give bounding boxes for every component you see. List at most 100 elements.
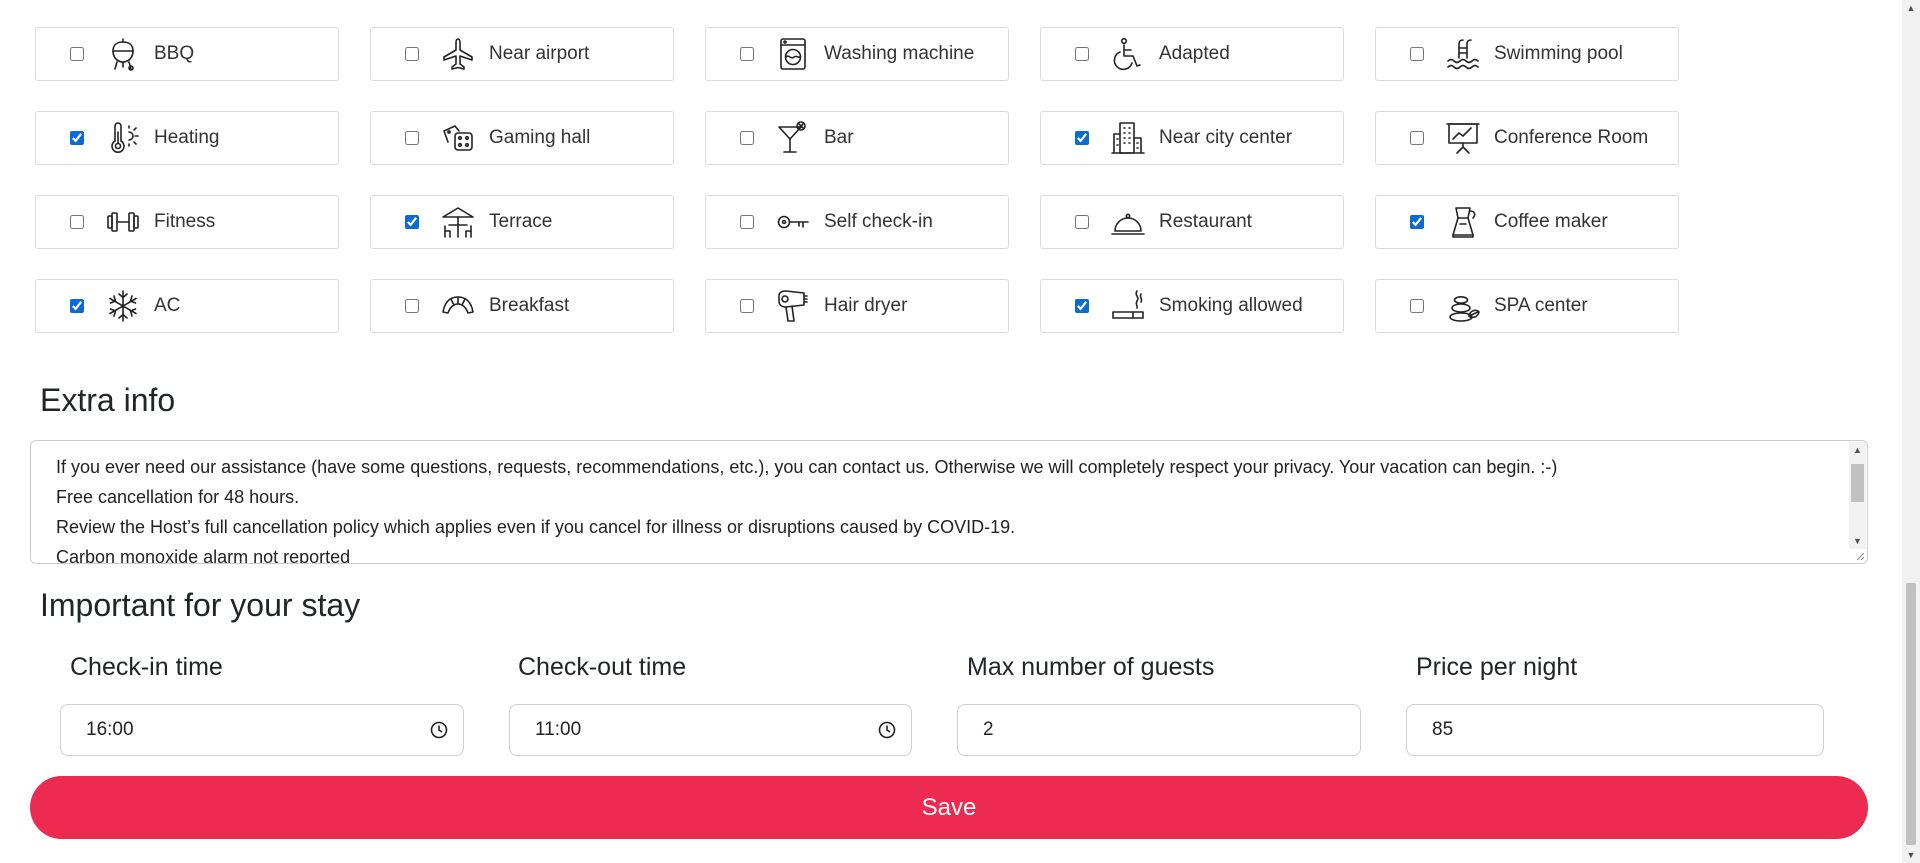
amenity-self-check-in[interactable]: Self check-in <box>705 195 1009 249</box>
amenity-label: Breakfast <box>489 295 570 316</box>
guests-value: 2 <box>983 719 994 740</box>
checkout-time-input[interactable]: 11:00 <box>509 704 912 756</box>
amenity-ac[interactable]: AC <box>35 279 339 333</box>
checkin-value: 16:00 <box>86 719 134 740</box>
adapted-checkbox[interactable] <box>1075 47 1089 61</box>
airplane-icon <box>439 35 477 73</box>
terrace-table-icon <box>439 203 477 241</box>
amenity-terrace[interactable]: Terrace <box>370 195 674 249</box>
price-per-night-input[interactable]: 85 <box>1406 704 1824 756</box>
amenity-label: Near airport <box>489 43 590 64</box>
washing-machine-icon <box>774 35 812 73</box>
clock-icon[interactable] <box>877 720 897 740</box>
cloche-icon <box>1109 203 1147 241</box>
textarea-scroll-thumb[interactable] <box>1851 464 1864 502</box>
amenity-label: Hair dryer <box>824 295 908 316</box>
dice-icon <box>439 119 477 157</box>
amenity-heating[interactable]: Heating <box>35 111 339 165</box>
wheelchair-icon <box>1109 35 1147 73</box>
extra-info-textarea[interactable]: If you ever need our assistance (have so… <box>30 440 1868 564</box>
ac-checkbox[interactable] <box>70 299 84 313</box>
extra-info-line: Review the Host’s full cancellation poli… <box>56 517 1016 537</box>
swimming-pool-checkbox[interactable] <box>1410 47 1424 61</box>
extra-info-text[interactable]: If you ever need our assistance (have so… <box>56 452 1837 564</box>
near-city-center-checkbox[interactable] <box>1075 131 1089 145</box>
amenity-bar[interactable]: Bar <box>705 111 1009 165</box>
cigarette-icon <box>1109 287 1147 325</box>
amenity-fitness[interactable]: Fitness <box>35 195 339 249</box>
cocktail-icon <box>774 119 812 157</box>
restaurant-checkbox[interactable] <box>1075 215 1089 229</box>
amenity-spa-center[interactable]: SPA center <box>1375 279 1679 333</box>
clock-icon[interactable] <box>429 720 449 740</box>
spa-center-checkbox[interactable] <box>1410 299 1424 313</box>
city-building-icon <box>1109 119 1147 157</box>
amenity-smoking-allowed[interactable]: Smoking allowed <box>1040 279 1344 333</box>
hair-dryer-icon <box>774 287 812 325</box>
page-scroll-down-icon[interactable]: ▼ <box>1902 847 1920 863</box>
page-scroll-up-icon[interactable]: ▲ <box>1902 0 1920 16</box>
amenity-label: Fitness <box>154 211 216 232</box>
snowflake-icon <box>104 287 142 325</box>
gaming-hall-checkbox[interactable] <box>405 131 419 145</box>
terrace-checkbox[interactable] <box>405 215 419 229</box>
smoking-allowed-checkbox[interactable] <box>1075 299 1089 313</box>
breakfast-checkbox[interactable] <box>405 299 419 313</box>
textarea-scrollbar[interactable]: ▲ ▼ <box>1849 442 1866 549</box>
amenity-label: Near city center <box>1159 127 1293 148</box>
scroll-down-arrow-icon[interactable]: ▼ <box>1849 533 1866 549</box>
amenity-breakfast[interactable]: Breakfast <box>370 279 674 333</box>
presentation-board-icon <box>1444 119 1482 157</box>
bar-checkbox[interactable] <box>740 131 754 145</box>
amenity-near-city-center[interactable]: Near city center <box>1040 111 1344 165</box>
swimming-pool-icon <box>1444 35 1482 73</box>
checkin-label: Check-in time <box>70 653 223 681</box>
amenity-adapted[interactable]: Adapted <box>1040 27 1344 81</box>
croissant-icon <box>439 287 477 325</box>
spa-stones-icon <box>1444 287 1482 325</box>
amenities-grid: BBQ Near airport Washing machine Adapted Swi… <box>35 27 1679 333</box>
guests-label: Max number of guests <box>967 653 1215 681</box>
extra-info-line: If you ever need our assistance (have so… <box>56 457 1558 477</box>
key-icon <box>774 203 812 241</box>
amenity-label: Self check-in <box>824 211 933 232</box>
amenity-label: Gaming hall <box>489 127 591 148</box>
amenity-label: Bar <box>824 127 854 148</box>
heating-checkbox[interactable] <box>70 131 84 145</box>
amenity-coffee-maker[interactable]: Coffee maker <box>1375 195 1679 249</box>
amenity-bbq[interactable]: BBQ <box>35 27 339 81</box>
amenity-conference-room[interactable]: Conference Room <box>1375 111 1679 165</box>
page-scrollbar[interactable]: ▲ ▼ <box>1902 0 1920 863</box>
amenity-label: AC <box>154 295 181 316</box>
bbq-checkbox[interactable] <box>70 47 84 61</box>
checkin-time-input[interactable]: 16:00 <box>60 704 464 756</box>
amenity-gaming-hall[interactable]: Gaming hall <box>370 111 674 165</box>
coffee-maker-checkbox[interactable] <box>1410 215 1424 229</box>
amenity-near-airport[interactable]: Near airport <box>370 27 674 81</box>
page-scroll-thumb[interactable] <box>1906 583 1916 845</box>
resize-grip-icon[interactable] <box>1855 551 1865 561</box>
near-airport-checkbox[interactable] <box>405 47 419 61</box>
amenity-washing-machine[interactable]: Washing machine <box>705 27 1009 81</box>
amenity-hair-dryer[interactable]: Hair dryer <box>705 279 1009 333</box>
save-button[interactable]: Save <box>30 776 1868 839</box>
fitness-checkbox[interactable] <box>70 215 84 229</box>
extra-info-line: Carbon monoxide alarm not reported <box>56 547 351 564</box>
coffee-maker-icon <box>1444 203 1482 241</box>
scroll-up-arrow-icon[interactable]: ▲ <box>1849 442 1866 458</box>
amenity-restaurant[interactable]: Restaurant <box>1040 195 1344 249</box>
washing-machine-checkbox[interactable] <box>740 47 754 61</box>
amenity-label: Smoking allowed <box>1159 295 1303 316</box>
self-check-in-checkbox[interactable] <box>740 215 754 229</box>
amenity-label: Coffee maker <box>1494 211 1608 232</box>
amenity-swimming-pool[interactable]: Swimming pool <box>1375 27 1679 81</box>
max-guests-input[interactable]: 2 <box>957 704 1361 756</box>
amenity-label: BBQ <box>154 43 195 64</box>
bbq-grill-icon <box>104 35 142 73</box>
hair-dryer-checkbox[interactable] <box>740 299 754 313</box>
conference-room-checkbox[interactable] <box>1410 131 1424 145</box>
amenity-label: Adapted <box>1159 43 1230 64</box>
amenity-label: Terrace <box>489 211 553 232</box>
thermometer-icon <box>104 119 142 157</box>
amenity-label: SPA center <box>1494 295 1588 316</box>
